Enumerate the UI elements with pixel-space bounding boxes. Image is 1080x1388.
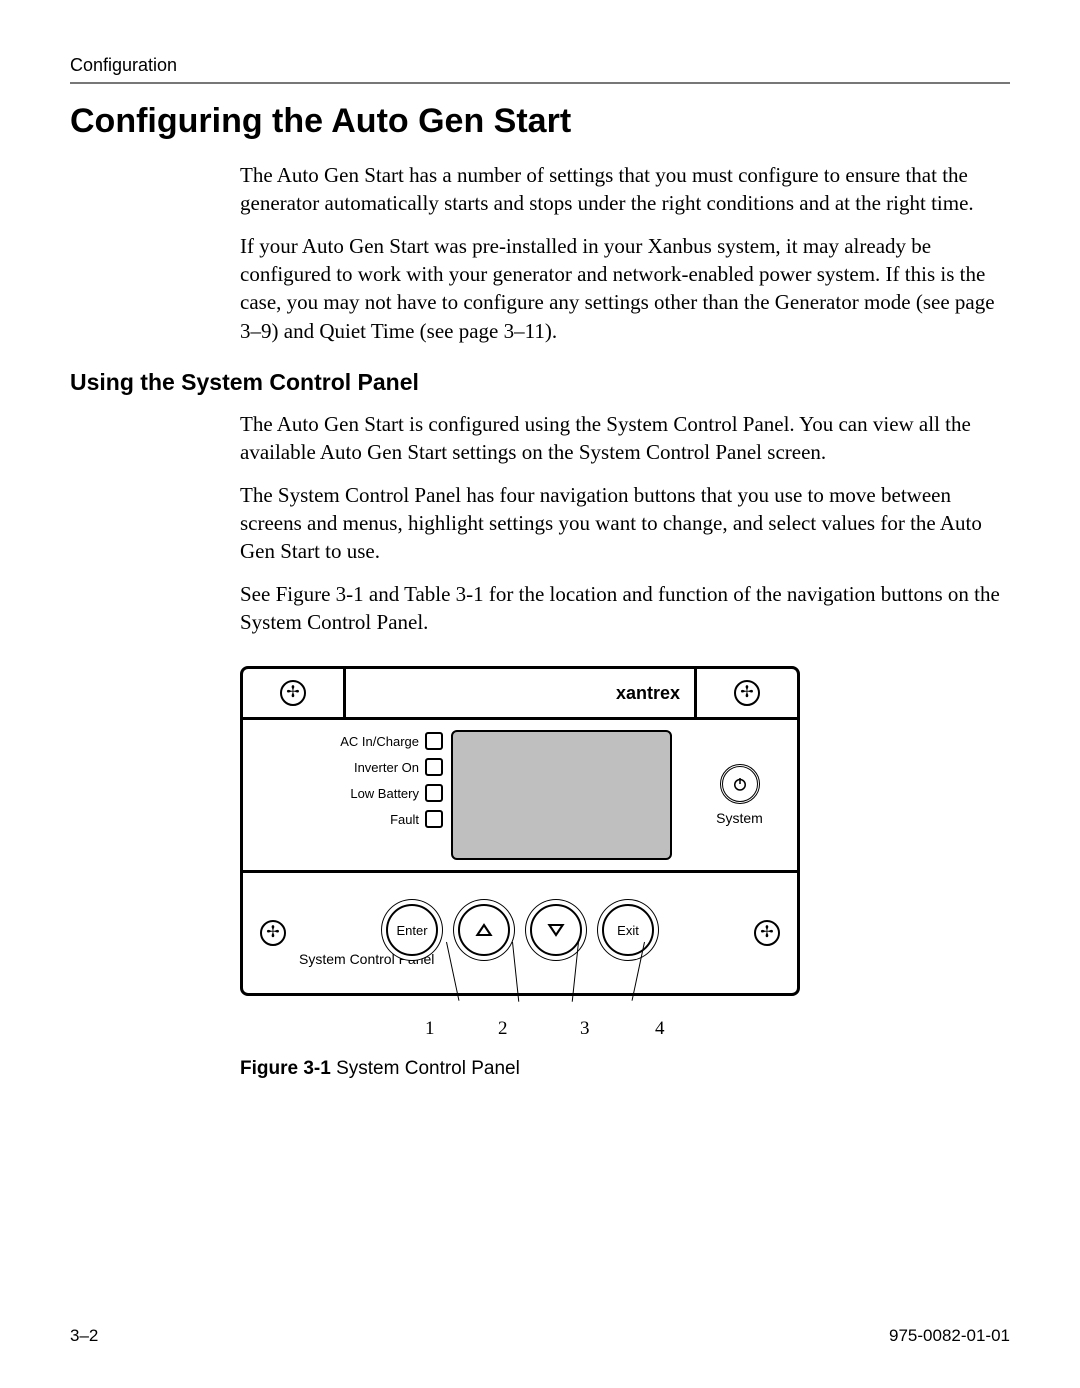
device-screen — [451, 730, 672, 860]
screw-icon: ✢ — [280, 680, 306, 706]
device-illustration: ✢ xantrex ✢ AC In/Charge Inverter On Low… — [240, 666, 800, 996]
figure-caption: Figure 3-1 System Control Panel — [240, 1058, 1010, 1080]
page-title: Configuring the Auto Gen Start — [70, 102, 1010, 141]
callout-number: 2 — [498, 1018, 508, 1040]
doc-number: 975-0082-01-01 — [889, 1326, 1010, 1346]
figure-label: Figure 3-1 — [240, 1058, 331, 1079]
led-icon — [425, 732, 443, 750]
nav-button-row: Enter Exit — [303, 898, 737, 956]
page-number: 3–2 — [70, 1326, 98, 1346]
led-icon — [425, 810, 443, 828]
figure-caption-text: System Control Panel — [336, 1058, 520, 1079]
power-icon — [720, 764, 760, 804]
page-footer: 3–2 975-0082-01-01 — [70, 1326, 1010, 1346]
screw-icon: ✢ — [734, 680, 760, 706]
down-button — [530, 904, 582, 956]
led-icon — [425, 758, 443, 776]
led-label: Fault — [390, 812, 419, 827]
callout-row: 1 2 3 4 — [240, 982, 800, 1042]
system-label: System — [716, 810, 763, 826]
sub-paragraph-1: The Auto Gen Start is configured using t… — [240, 410, 1010, 467]
sub-paragraph-2: The System Control Panel has four naviga… — [240, 481, 1010, 566]
screw-icon: ✢ — [754, 920, 780, 946]
screw-icon: ✢ — [260, 920, 286, 946]
led-label: Inverter On — [354, 760, 419, 775]
enter-button: Enter — [386, 904, 438, 956]
led-column: AC In/Charge Inverter On Low Battery Fau… — [243, 720, 451, 870]
intro-paragraph-1: The Auto Gen Start has a number of setti… — [240, 161, 1010, 218]
led-label: Low Battery — [350, 786, 419, 801]
running-header: Configuration — [70, 55, 1010, 76]
intro-paragraph-2: If your Auto Gen Start was pre-installed… — [240, 232, 1010, 345]
header-rule — [70, 82, 1010, 84]
sub-paragraph-3: See Figure 3-1 and Table 3-1 for the loc… — [240, 580, 1010, 637]
callout-number: 3 — [580, 1018, 590, 1040]
callout-number: 4 — [655, 1018, 665, 1040]
exit-button: Exit — [602, 904, 654, 956]
led-label: AC In/Charge — [340, 734, 419, 749]
up-button — [458, 904, 510, 956]
callout-number: 1 — [425, 1018, 435, 1040]
subheading: Using the System Control Panel — [70, 369, 1010, 396]
led-icon — [425, 784, 443, 802]
device-brand: xantrex — [346, 669, 694, 717]
